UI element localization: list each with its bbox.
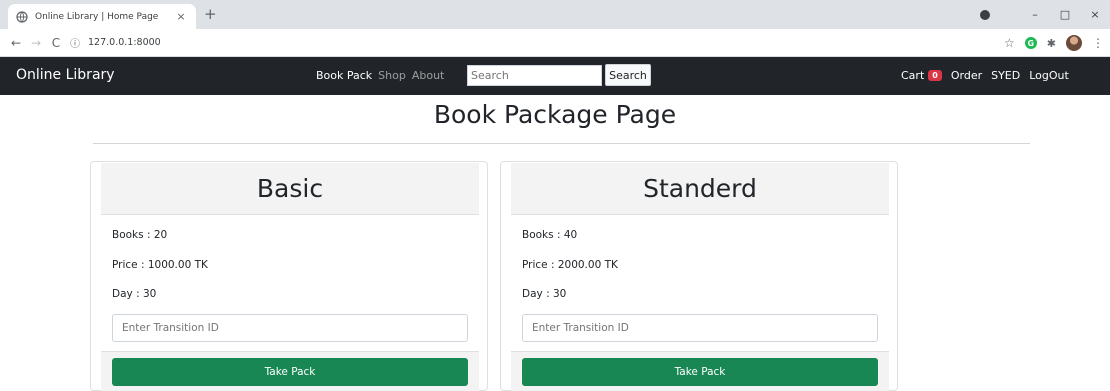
package-name: Standerd (511, 163, 889, 215)
package-name: Basic (101, 163, 479, 215)
card-footer: Take Pack (511, 351, 889, 391)
cart-count-badge: 0 (928, 70, 942, 81)
package-books: Books : 20 (112, 229, 168, 241)
profile-avatar[interactable] (1066, 35, 1082, 51)
page-title: Book Package Page (433, 100, 677, 129)
globe-icon (16, 10, 28, 23)
package-price: Price : 1000.00 TK (112, 259, 208, 271)
package-card-standerd: Standerd Books : 40 Price : 2000.00 TK D… (500, 161, 898, 391)
extensions-puzzle-icon[interactable]: ✱ (1047, 37, 1056, 50)
package-days: Day : 30 (112, 288, 157, 300)
package-days: Day : 30 (522, 288, 567, 300)
browser-tab[interactable]: Online Library | Home Page × (8, 4, 196, 29)
forward-arrow-icon[interactable]: → (26, 36, 46, 50)
menu-kebab-icon[interactable]: ⋮ (1092, 36, 1104, 50)
search-button[interactable]: Search (605, 64, 651, 86)
url-text: 127.0.0.1:8000 (88, 37, 161, 48)
cart-link[interactable]: Cart (901, 69, 924, 82)
grammarly-extension-icon[interactable]: G (1024, 37, 1037, 49)
nav-links: Book Pack Shop About (316, 69, 444, 82)
nav-link-about[interactable]: About (412, 69, 445, 82)
maximize-button[interactable]: □ (1050, 8, 1080, 21)
brand-logo-text[interactable]: Online Library (16, 67, 115, 83)
profile-dot-icon[interactable] (980, 9, 990, 20)
package-price: Price : 2000.00 TK (522, 259, 618, 271)
browser-toolbar: ← → C ⓘ 127.0.0.1:8000 ☆ G ✱ ⋮ (0, 29, 1110, 57)
back-arrow-icon[interactable]: ← (6, 36, 26, 50)
take-pack-button[interactable]: Take Pack (112, 358, 468, 386)
logout-link[interactable]: LogOut (1029, 69, 1069, 82)
title-divider (93, 143, 1030, 144)
search-input[interactable] (467, 65, 602, 86)
card-footer: Take Pack (101, 351, 479, 391)
user-link[interactable]: SYED (991, 69, 1020, 82)
toolbar-actions: ☆ G ✱ ⋮ (1004, 29, 1104, 57)
window-controls: – □ × (980, 0, 1110, 29)
nav-link-shop[interactable]: Shop (378, 69, 406, 82)
close-window-button[interactable]: × (1080, 8, 1110, 21)
package-card-basic: Basic Books : 20 Price : 1000.00 TK Day … (90, 161, 488, 391)
site-navbar: Online Library Book Pack Shop About Sear… (0, 57, 1110, 95)
bookmark-star-icon[interactable]: ☆ (1004, 36, 1015, 50)
take-pack-button[interactable]: Take Pack (522, 358, 878, 386)
info-icon[interactable]: ⓘ (70, 35, 80, 50)
browser-tab-strip: Online Library | Home Page × + – □ × (0, 0, 1110, 29)
package-books: Books : 40 (522, 229, 578, 241)
nav-right-links: Cart 0 Order SYED LogOut (901, 69, 1069, 82)
tab-title: Online Library | Home Page (35, 11, 159, 22)
transaction-id-input[interactable] (112, 314, 468, 342)
transaction-id-input[interactable] (522, 314, 878, 342)
new-tab-button[interactable]: + (204, 5, 217, 23)
tab-close-icon[interactable]: × (174, 10, 188, 23)
nav-link-book-pack[interactable]: Book Pack (316, 69, 372, 82)
minimize-button[interactable]: – (1020, 8, 1050, 21)
reload-icon[interactable]: C (46, 36, 66, 50)
order-link[interactable]: Order (951, 69, 982, 82)
address-bar[interactable]: ⓘ 127.0.0.1:8000 (70, 35, 161, 50)
